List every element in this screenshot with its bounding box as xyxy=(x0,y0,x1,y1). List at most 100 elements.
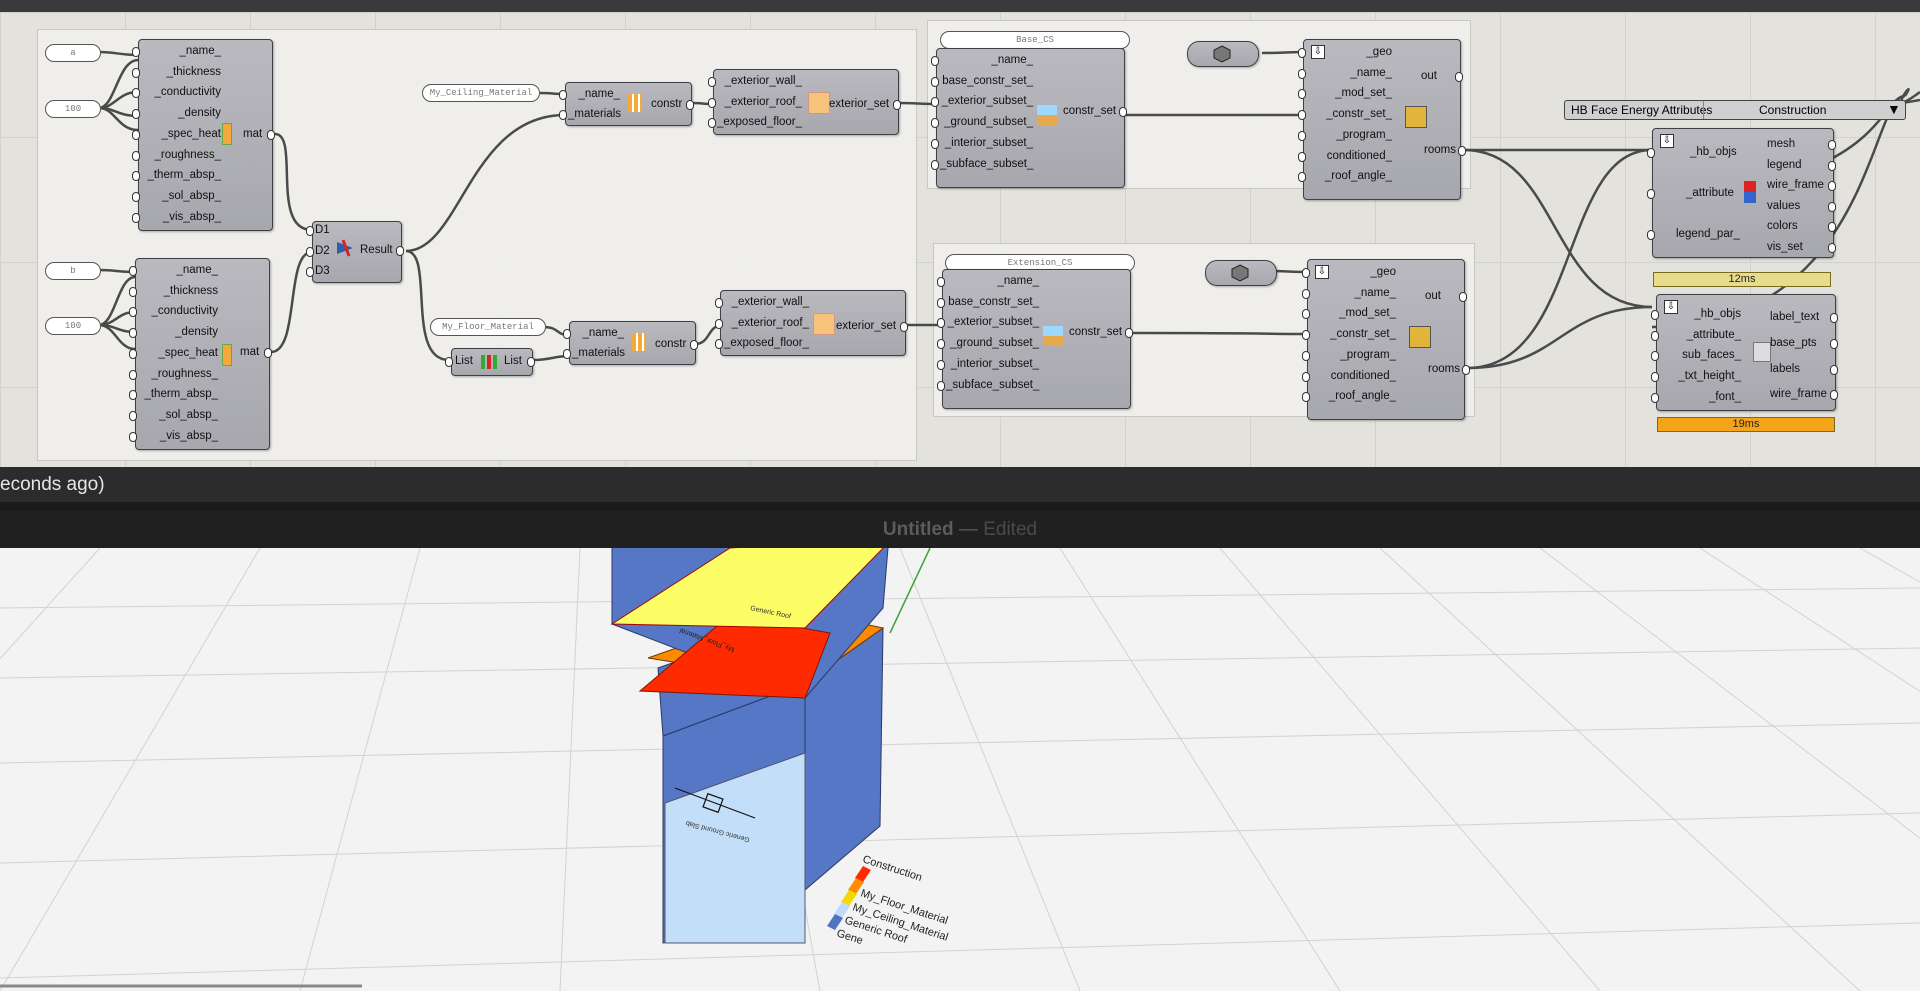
dropdown-arrow-icon[interactable]: ▼ xyxy=(1887,101,1901,117)
input-hb-objs: _hb_objs xyxy=(1694,308,1741,320)
color-faces-input-legend-par-port[interactable] xyxy=(1647,230,1655,240)
input-port-thickness[interactable] xyxy=(129,286,137,297)
input-port-vis-absp[interactable] xyxy=(132,212,140,223)
input-port-program[interactable] xyxy=(1298,130,1306,141)
panel-base-cs[interactable]: Base_CS xyxy=(940,31,1130,49)
input-port-spec-heat[interactable] xyxy=(132,129,140,140)
input-port-interior-subset[interactable] xyxy=(937,359,945,370)
constr-set-output-base-port[interactable] xyxy=(1119,107,1127,117)
color-faces-output-port-mesh[interactable] xyxy=(1828,140,1836,150)
input-thickness: _thickness xyxy=(166,65,221,78)
rhino-viewport[interactable]: Generic Roof My_Floor_Material Generic G… xyxy=(0,548,1920,991)
color-faces-output-port-vis-set[interactable] xyxy=(1828,242,1836,253)
input-port-attribute[interactable] xyxy=(1651,330,1659,341)
color-faces-input-attribute-port[interactable] xyxy=(1647,189,1655,199)
color-faces-input-hb-objs-port[interactable] xyxy=(1647,148,1655,158)
input-port-base-constr-set[interactable] xyxy=(931,76,939,87)
construction-output-floor-port[interactable] xyxy=(690,340,698,350)
input-port-exterior-roof[interactable] xyxy=(715,318,723,329)
color-faces-output-port-values[interactable] xyxy=(1828,201,1836,212)
apply-set-rooms-extension-port[interactable] xyxy=(1462,365,1470,375)
constr-set-output-extension-port[interactable] xyxy=(1125,328,1133,338)
input-port-d3[interactable] xyxy=(306,267,314,277)
input-port-name[interactable] xyxy=(132,47,140,57)
list-output-port[interactable] xyxy=(527,357,535,367)
y-axis-line xyxy=(889,548,931,634)
input-port-d2[interactable] xyxy=(306,246,314,257)
input-port-name[interactable] xyxy=(129,266,137,276)
input-port-name[interactable] xyxy=(1298,68,1306,79)
merge-output-port[interactable] xyxy=(396,246,404,256)
input-port-roof-angle[interactable] xyxy=(1298,172,1306,183)
panel-100-b[interactable]: 100 xyxy=(45,317,101,335)
input-port-sol-absp[interactable] xyxy=(129,410,137,421)
input-port-materials[interactable] xyxy=(559,110,567,120)
input-port-ground-subset[interactable] xyxy=(937,339,945,350)
input-port-roughness[interactable] xyxy=(129,369,137,380)
input-port-geo[interactable] xyxy=(1302,268,1310,278)
input-port-conditioned[interactable] xyxy=(1298,151,1306,162)
input-port-sol-absp[interactable] xyxy=(132,191,140,202)
input-port-name[interactable] xyxy=(937,277,945,287)
panel-a[interactable]: a xyxy=(45,44,101,62)
value-list-face-attributes[interactable]: HB Face Energy Attributes Construction ▼ xyxy=(1564,100,1906,120)
label-faces-output-port-labels[interactable] xyxy=(1830,364,1838,375)
panel-floor-material[interactable]: My_Floor_Material xyxy=(430,318,546,336)
input-port-density[interactable] xyxy=(129,328,137,339)
input-port-name[interactable] xyxy=(563,329,571,339)
input-port-roof-angle[interactable] xyxy=(1302,392,1310,403)
input-port-spec-heat[interactable] xyxy=(129,348,137,359)
label-faces-output-port-label-text[interactable] xyxy=(1830,313,1838,323)
input-port-exterior-wall[interactable] xyxy=(715,298,723,308)
input-port-roughness[interactable] xyxy=(132,150,140,161)
input-port-txt-height[interactable] xyxy=(1651,372,1659,383)
apply-set-rooms-base-port[interactable] xyxy=(1458,146,1466,156)
panel-ceiling-material[interactable]: My_Ceiling_Material xyxy=(422,84,540,102)
color-faces-output-port-legend[interactable] xyxy=(1828,160,1836,171)
panel-100-a[interactable]: 100 xyxy=(45,100,101,118)
input-port-density[interactable] xyxy=(132,109,140,120)
input-port-therm-absp[interactable] xyxy=(132,171,140,182)
geometry-param-base[interactable] xyxy=(1187,41,1259,67)
input-port-exterior-roof[interactable] xyxy=(708,97,716,108)
input-port-font[interactable] xyxy=(1651,392,1659,403)
input-port-constr-set[interactable] xyxy=(1298,110,1306,121)
input-port-hb-objs[interactable] xyxy=(1651,310,1659,320)
label-faces-output-port-base-pts[interactable] xyxy=(1830,338,1838,349)
input-port-materials[interactable] xyxy=(563,349,571,359)
input-port-constr-set[interactable] xyxy=(1302,330,1310,341)
input-port-interior-subset[interactable] xyxy=(931,138,939,149)
list-input-port[interactable] xyxy=(445,357,453,367)
input-name: _name_ xyxy=(179,45,221,57)
material-output-b-port[interactable] xyxy=(264,348,272,358)
panel-b[interactable]: b xyxy=(45,262,101,280)
exterior-set-output-base-port[interactable] xyxy=(893,100,901,110)
exterior-set-output-extension-port[interactable] xyxy=(900,322,908,332)
input-port-thickness[interactable] xyxy=(132,67,140,78)
input-spec-heat: _spec_heat xyxy=(161,127,221,140)
color-faces-output-port-colors[interactable] xyxy=(1828,222,1836,232)
color-faces-output-port-wire-frame[interactable] xyxy=(1828,181,1836,191)
input-port-d1[interactable] xyxy=(306,226,314,236)
input-port-geo[interactable] xyxy=(1298,48,1306,58)
input-port-subface-subset[interactable] xyxy=(937,380,945,391)
apply-set-out-extension-port[interactable] xyxy=(1459,292,1467,302)
color-faces-input-hb-objs: _hb_objs xyxy=(1690,146,1737,158)
input-port-name[interactable] xyxy=(931,56,939,66)
grasshopper-canvas[interactable]: a 100 b 100 My_Ceiling_Material My_Floor… xyxy=(0,12,1920,467)
apply-set-out-base-port[interactable] xyxy=(1455,72,1463,82)
material-output-a-port[interactable] xyxy=(267,130,275,140)
input-port-subface-subset[interactable] xyxy=(931,159,939,170)
input-port-ground-subset[interactable] xyxy=(931,118,939,129)
construction-output-ceiling-port[interactable] xyxy=(686,100,694,110)
input-port-conditioned[interactable] xyxy=(1302,371,1310,382)
input-port-therm-absp[interactable] xyxy=(129,390,137,401)
input-port-exterior-wall[interactable] xyxy=(708,77,716,87)
input-port-name[interactable] xyxy=(559,90,567,100)
geometry-param-extension[interactable] xyxy=(1205,260,1277,286)
input-port-name[interactable] xyxy=(1302,288,1310,299)
input-port-program[interactable] xyxy=(1302,350,1310,361)
input-port-base-constr-set[interactable] xyxy=(937,297,945,308)
input-interior-subset: _interior_subset_ xyxy=(944,136,1033,149)
input-port-vis-absp[interactable] xyxy=(129,431,137,442)
